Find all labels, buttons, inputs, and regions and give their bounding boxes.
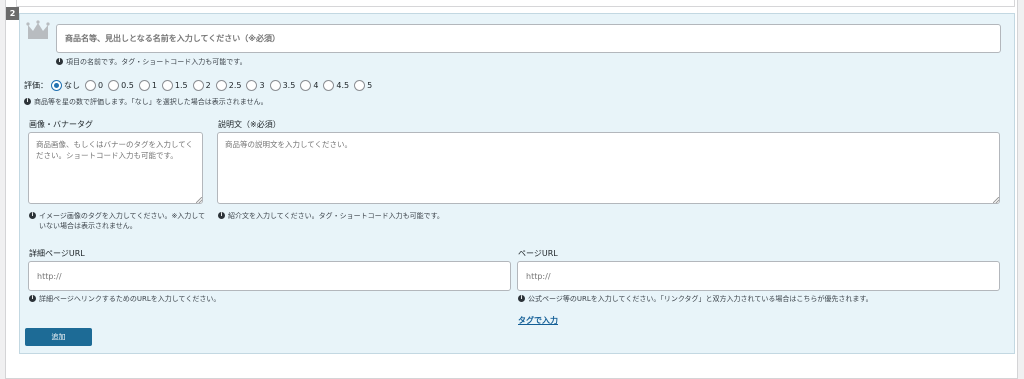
resize-handle-icon[interactable] xyxy=(993,197,999,203)
rating-radio[interactable] xyxy=(161,80,173,91)
item-title-input[interactable] xyxy=(56,24,1001,53)
description-textarea-wrap xyxy=(217,132,1000,204)
rating-option-label: 0 xyxy=(98,81,104,90)
tag-input-link[interactable]: タグで入力 xyxy=(518,315,558,326)
rating-option[interactable]: 1.5 xyxy=(161,80,188,91)
detail-url-input[interactable] xyxy=(28,261,511,291)
item-number-badge: 2 xyxy=(6,7,19,20)
rating-radio[interactable] xyxy=(138,80,150,91)
image-hint: i イメージ画像のタグを入力してください。※入力していない場合は表示されません。 xyxy=(29,211,207,231)
rating-group: 評価： なし 0 0.5 1 1.5 2 2.5 3 3.5 4 4.5 5 xyxy=(24,80,377,91)
rating-option-label: 0.5 xyxy=(121,81,134,90)
detail-url-hint: i 詳細ページへリンクするためのURLを入力してください。 xyxy=(29,294,220,304)
rating-radio[interactable] xyxy=(246,80,258,91)
rating-option[interactable]: 0.5 xyxy=(108,80,134,91)
rating-option[interactable]: 3.5 xyxy=(269,80,296,91)
crown-icon xyxy=(26,20,50,39)
rating-option-label: 2 xyxy=(205,81,211,90)
description-hint: i 紹介文を入力してください。タグ・ショートコード入力も可能です。 xyxy=(218,211,444,221)
info-icon: i xyxy=(29,212,36,219)
image-textarea-wrap xyxy=(28,132,203,204)
rating-radio[interactable] xyxy=(108,80,120,91)
resize-handle-icon[interactable] xyxy=(196,197,202,203)
rating-option[interactable]: 4.5 xyxy=(323,80,349,91)
image-tag-textarea[interactable] xyxy=(28,132,203,204)
rating-radio[interactable] xyxy=(85,80,96,91)
rating-option[interactable]: 0 xyxy=(85,80,103,91)
rating-radio[interactable] xyxy=(192,80,204,91)
rating-option-label: 3.5 xyxy=(282,81,296,90)
info-icon: i xyxy=(56,58,63,65)
info-icon: i xyxy=(218,212,225,219)
rating-radio[interactable] xyxy=(269,80,281,91)
rating-option-label: 4 xyxy=(313,81,319,90)
detail-url-label: 詳細ページURL xyxy=(29,249,85,258)
rating-option-label: 1.5 xyxy=(174,81,188,90)
rating-label: 評価： xyxy=(24,81,48,90)
page-url-hint: i 公式ページ等のURLを入力してください。「リンクタグ」と双方入力されている場… xyxy=(518,294,873,304)
rating-option[interactable]: 3 xyxy=(246,80,265,91)
rating-option-label: 4.5 xyxy=(336,81,350,90)
rating-option-label: なし xyxy=(64,81,80,90)
rating-option[interactable]: 2.5 xyxy=(215,80,242,91)
rating-option[interactable]: 5 xyxy=(354,80,372,91)
page-url-label: ページURL xyxy=(518,249,558,258)
rating-radio[interactable] xyxy=(215,80,227,91)
rating-radio[interactable] xyxy=(300,80,312,91)
previous-item-card xyxy=(16,0,1015,7)
description-textarea[interactable] xyxy=(217,132,1000,204)
rating-radio[interactable] xyxy=(51,80,62,91)
rating-option[interactable]: 2 xyxy=(192,80,211,91)
rating-option[interactable]: 1 xyxy=(138,80,157,91)
page-url-input[interactable] xyxy=(517,261,1000,291)
image-field-label: 画像・バナータグ xyxy=(29,120,93,129)
rating-radio[interactable] xyxy=(323,80,335,91)
rating-option-label: 5 xyxy=(367,81,373,90)
info-icon: i xyxy=(24,98,31,105)
rating-option[interactable]: なし xyxy=(51,80,80,91)
rating-option-label: 2.5 xyxy=(228,81,242,90)
rating-hint: i 商品等を星の数で評価します。「なし」を選択した場合は表示されません。 xyxy=(24,97,268,107)
rating-option-label: 3 xyxy=(259,81,265,90)
description-field-label: 説明文（※必須） xyxy=(218,120,281,129)
info-icon: i xyxy=(518,295,525,302)
title-hint: i 項目の名前です。タグ・ショートコード入力も可能です。 xyxy=(56,57,247,67)
rating-option[interactable]: 4 xyxy=(300,80,318,91)
rating-radio[interactable] xyxy=(354,80,366,91)
info-icon: i xyxy=(29,295,36,302)
add-button[interactable]: 追加 xyxy=(25,328,92,346)
rating-option-label: 1 xyxy=(151,81,157,90)
